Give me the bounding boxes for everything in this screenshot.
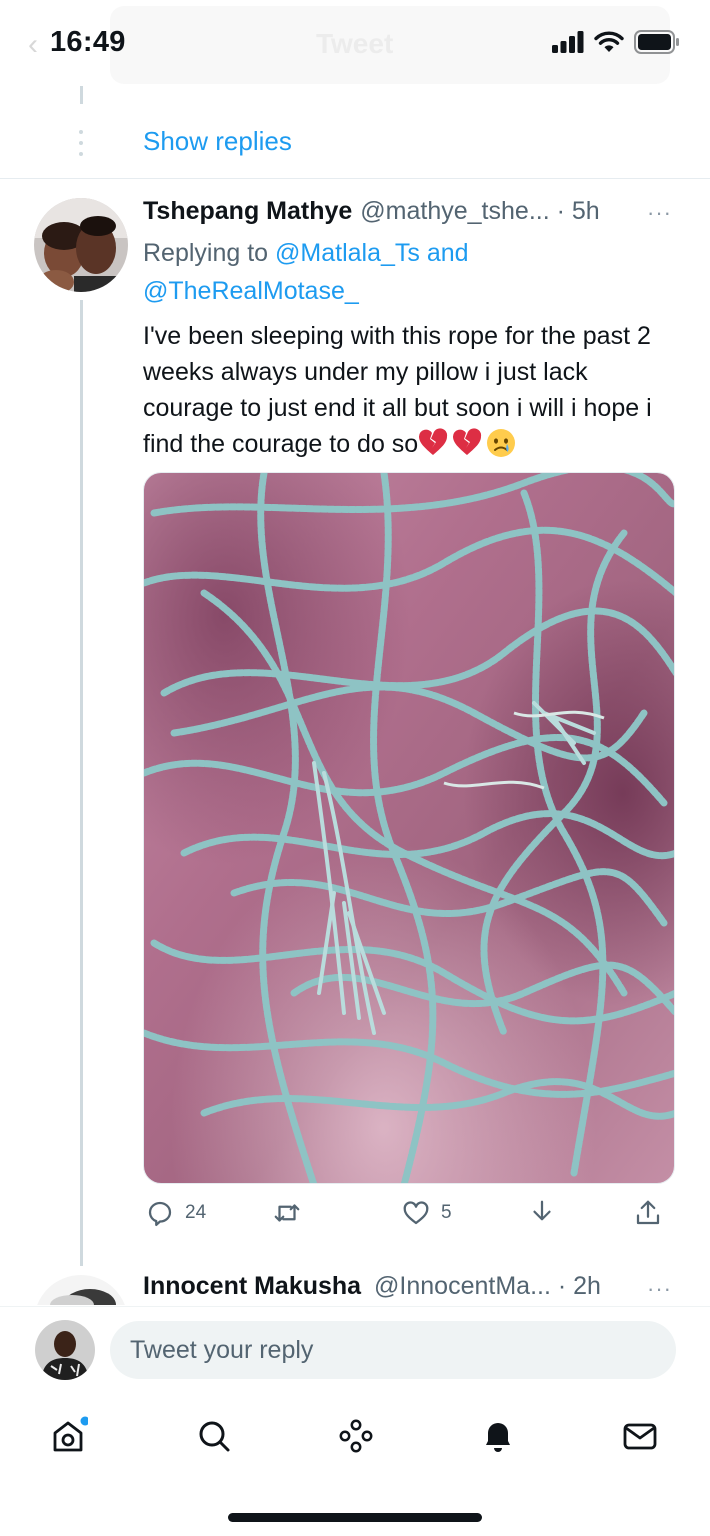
- download-icon: [533, 1200, 551, 1221]
- reply-count: 24: [185, 1202, 207, 1223]
- next-tweet-header: Innocent Makusha @InnocentMa... · 2h: [143, 1272, 601, 1301]
- share-action[interactable]: [633, 1198, 663, 1228]
- search-icon: [199, 1421, 230, 1452]
- mention-therealmotase[interactable]: @TheRealMotase_: [143, 277, 359, 305]
- reply-icon: [148, 1201, 172, 1226]
- wifi-icon: [594, 31, 624, 52]
- status-icons: [552, 30, 680, 54]
- signal-icon: [552, 31, 584, 53]
- replying-to: Replying to @Matlala_Ts and @TheRealMota…: [143, 234, 683, 310]
- tab-home[interactable]: [46, 1414, 90, 1458]
- spaces-icon: [339, 1419, 373, 1453]
- notifications-icon: [486, 1423, 510, 1452]
- status-time: 16:49: [50, 26, 126, 58]
- author-avatar[interactable]: [34, 198, 128, 292]
- mention-matlala[interactable]: @Matlala_Ts and: [275, 239, 469, 267]
- next-author-name[interactable]: Innocent Makusha: [143, 1272, 361, 1300]
- home-icon: [53, 1416, 88, 1452]
- replying-prefix: Replying to: [143, 239, 269, 267]
- bookmark-action[interactable]: [527, 1198, 557, 1228]
- broken-heart-icon: [419, 428, 448, 455]
- more-replies-dots-icon: [78, 130, 84, 156]
- next-more-options-icon[interactable]: ···: [647, 1276, 672, 1302]
- more-options-icon[interactable]: ···: [647, 200, 672, 226]
- back-arrow-icon[interactable]: ‹: [28, 28, 38, 62]
- retweet-icon: [274, 1204, 300, 1222]
- next-author-avatar[interactable]: [34, 1275, 128, 1305]
- tab-notifications[interactable]: [476, 1414, 520, 1458]
- broken-heart-icon: [453, 428, 482, 455]
- tweet-actions: 24 5: [143, 1198, 675, 1238]
- show-replies-link[interactable]: Show replies: [143, 126, 292, 157]
- divider: [0, 178, 710, 179]
- tab-messages[interactable]: [618, 1414, 662, 1458]
- tab-spaces[interactable]: [334, 1414, 378, 1458]
- tweet-media-image[interactable]: [143, 472, 675, 1184]
- tweet-emojis: [418, 428, 516, 458]
- tweet-text-block: I've been sleeping with this rope for th…: [143, 318, 683, 462]
- heart-icon: [403, 1201, 429, 1225]
- like-count: 5: [441, 1202, 452, 1223]
- thread-connector: [80, 86, 83, 104]
- crying-face-icon: [487, 429, 516, 457]
- like-action[interactable]: 5: [401, 1198, 452, 1228]
- tab-search[interactable]: [192, 1414, 236, 1458]
- author-handle[interactable]: @mathye_tshe... · 5h: [360, 197, 599, 226]
- header-title: Tweet: [316, 28, 394, 59]
- author-name[interactable]: Tshepang Mathye: [143, 197, 352, 226]
- reply-input[interactable]: Tweet your reply: [110, 1321, 676, 1379]
- tab-bar: [0, 1396, 710, 1486]
- thread-line: [80, 300, 83, 1266]
- status-bar: ‹ Tweet 16:49: [0, 0, 710, 90]
- my-avatar[interactable]: [35, 1320, 95, 1380]
- next-author-handle[interactable]: @InnocentMa... · 2h: [374, 1272, 601, 1300]
- home-indicator[interactable]: [228, 1513, 482, 1522]
- reply-action[interactable]: 24: [145, 1198, 206, 1228]
- share-icon: [636, 1200, 660, 1225]
- battery-icon: [634, 30, 679, 54]
- tweet-text: I've been sleeping with this rope for th…: [143, 322, 652, 458]
- messages-icon: [623, 1423, 657, 1450]
- tweet-header: Tshepang Mathye @mathye_tshe... · 5h: [143, 197, 683, 226]
- retweet-action[interactable]: [271, 1198, 313, 1228]
